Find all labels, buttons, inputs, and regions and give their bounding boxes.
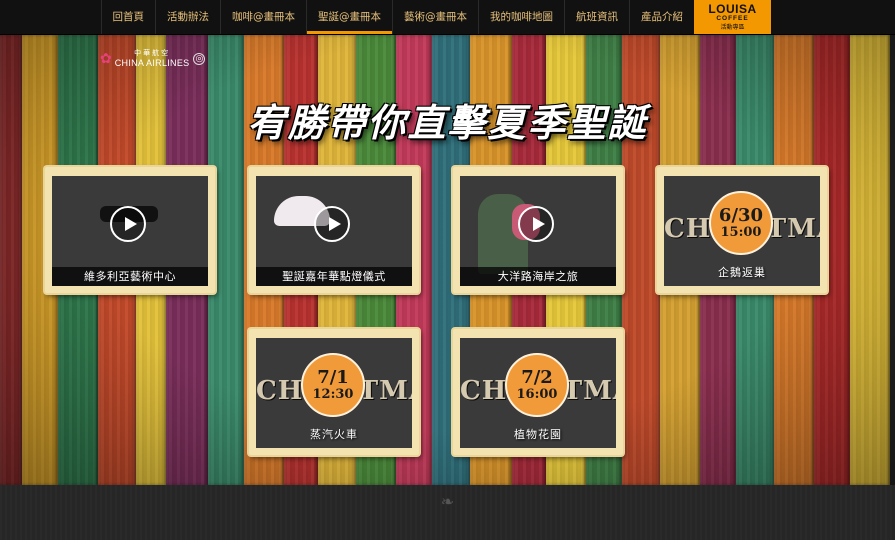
plum-blossom-icon: ✿ xyxy=(100,51,112,67)
china-airlines-logo: ✿ 中華航空 CHINA AIRLINES ◎ xyxy=(100,50,206,68)
video-card-great-ocean-road[interactable]: 大洋路海岸之旅 xyxy=(453,167,623,293)
event-date-badge: 7/1 12:30 xyxy=(301,353,365,417)
event-date-badge: 7/2 16:00 xyxy=(505,353,569,417)
nav-item-home[interactable]: 回首頁 xyxy=(100,0,156,34)
louisa-coffee-logo[interactable]: LOUISA COFFEE 活動專區 xyxy=(694,0,771,34)
play-icon[interactable] xyxy=(314,206,350,242)
event-card-botanic-garden[interactable]: CHRISTMAS 7/2 16:00 植物花園 xyxy=(453,329,623,455)
china-airlines-wordmark: 中華航空 CHINA AIRLINES xyxy=(115,50,190,68)
video-caption: 維多利亞藝術中心 xyxy=(52,267,208,286)
video-card-christmas-lighting[interactable]: 聖誕嘉年華點燈儀式 xyxy=(249,167,419,293)
nav-item-coffee-album[interactable]: 咖啡@畫冊本 xyxy=(220,0,306,34)
nav-item-art-album[interactable]: 藝術@畫冊本 xyxy=(392,0,478,34)
video-card-victoria-arts[interactable]: 維多利亞藝術中心 xyxy=(45,167,215,293)
event-label: 植物花園 xyxy=(514,428,562,441)
louisa-logo-line2: COFFEE xyxy=(716,15,749,23)
event-time: 15:00 xyxy=(720,224,762,240)
nav-item-products[interactable]: 產品介紹 xyxy=(629,0,694,34)
event-date: 7/2 xyxy=(521,366,553,388)
louisa-logo-line3: 活動專區 xyxy=(720,23,745,31)
event-artwork: CHRISTMAS 6/30 15:00 企鵝返巢 xyxy=(664,176,820,286)
event-date: 6/30 xyxy=(718,204,764,226)
event-card-steam-train[interactable]: CHRISTMAS 7/1 12:30 蒸汽火車 xyxy=(249,329,419,455)
nav-item-rules[interactable]: 活動辦法 xyxy=(155,0,220,34)
video-caption: 聖誕嘉年華點燈儀式 xyxy=(256,267,412,286)
video-thumbnail: 聖誕嘉年華點燈儀式 xyxy=(256,176,412,286)
skyteam-icon: ◎ xyxy=(193,53,206,65)
play-icon[interactable] xyxy=(110,206,146,242)
event-card-penguin-parade[interactable]: CHRISTMAS 6/30 15:00 企鵝返巢 xyxy=(657,167,827,293)
nav-item-christmas-album[interactable]: 聖誕@畫冊本 xyxy=(306,0,392,34)
event-label: 蒸汽火車 xyxy=(310,428,358,441)
top-navigation: 回首頁 活動辦法 咖啡@畫冊本 聖誕@畫冊本 藝術@畫冊本 我的咖啡地圖 航班資… xyxy=(0,0,895,35)
event-date-badge: 6/30 15:00 xyxy=(709,191,773,255)
event-artwork: CHRISTMAS 7/2 16:00 植物花園 xyxy=(460,338,616,448)
china-airlines-zh: 中華航空 xyxy=(134,49,171,57)
ornament-icon: ❧ xyxy=(440,492,455,511)
nav-item-flight-info[interactable]: 航班資訊 xyxy=(564,0,629,34)
event-time: 12:30 xyxy=(312,386,354,402)
china-airlines-en: CHINA AIRLINES xyxy=(114,58,190,68)
nav-list: 回首頁 活動辦法 咖啡@畫冊本 聖誕@畫冊本 藝術@畫冊本 我的咖啡地圖 航班資… xyxy=(100,0,695,34)
page-headline: 宥勝帶你直擊夏季聖誕 xyxy=(247,100,648,145)
play-icon[interactable] xyxy=(518,206,554,242)
event-time: 16:00 xyxy=(516,386,558,402)
event-artwork: CHRISTMAS 7/1 12:30 蒸汽火車 xyxy=(256,338,412,448)
video-caption: 大洋路海岸之旅 xyxy=(460,267,616,286)
nav-item-coffee-map[interactable]: 我的咖啡地圖 xyxy=(478,0,564,34)
video-thumbnail: 大洋路海岸之旅 xyxy=(460,176,616,286)
video-thumbnail: 維多利亞藝術中心 xyxy=(52,176,208,286)
event-date: 7/1 xyxy=(317,366,349,388)
louisa-logo-line1: LOUISA xyxy=(708,2,757,17)
event-label: 企鵝返巢 xyxy=(718,266,766,279)
